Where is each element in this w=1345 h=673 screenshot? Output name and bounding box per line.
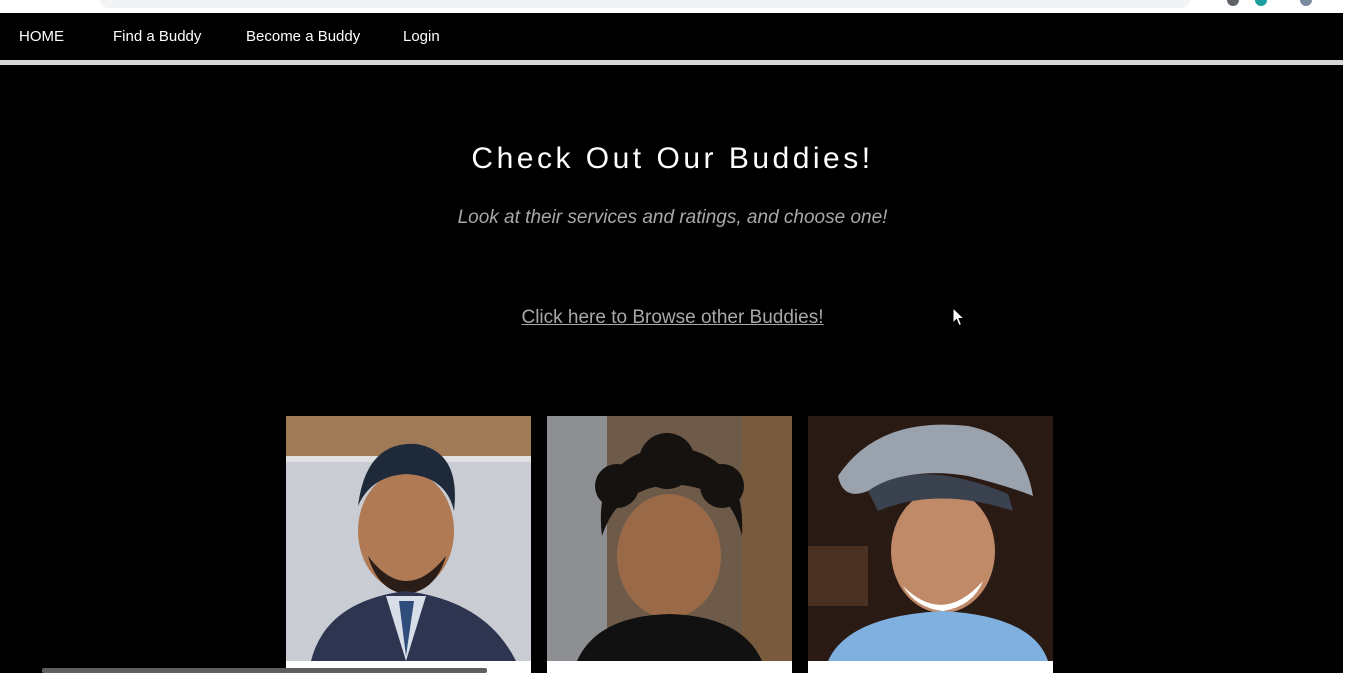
buddy-card[interactable] bbox=[286, 416, 531, 673]
nav-find-a-buddy[interactable]: Find a Buddy bbox=[113, 13, 201, 60]
profile-avatar-icon[interactable] bbox=[1300, 0, 1312, 6]
browse-buddies-link[interactable]: Click here to Browse other Buddies! bbox=[0, 307, 1345, 329]
nav-become-a-buddy[interactable]: Become a Buddy bbox=[246, 13, 360, 60]
buddy-photo-man-in-suit[interactable] bbox=[286, 416, 531, 661]
page-title: Check Out Our Buddies! bbox=[471, 142, 874, 175]
nav-divider bbox=[0, 60, 1345, 65]
buddy-card[interactable] bbox=[808, 416, 1053, 673]
browser-toolbar-strip bbox=[0, 0, 1345, 13]
extension-icon[interactable] bbox=[1227, 0, 1239, 6]
buddy-photo-curly-hair-selfie[interactable] bbox=[547, 416, 792, 661]
address-bar[interactable] bbox=[100, 0, 1190, 8]
top-navbar: HOME Find a Buddy Become a Buddy Login bbox=[0, 13, 1345, 60]
nav-login[interactable]: Login bbox=[403, 13, 440, 60]
extension-icon[interactable] bbox=[1255, 0, 1267, 6]
horizontal-scrollbar[interactable] bbox=[42, 668, 487, 673]
buddy-card[interactable] bbox=[547, 416, 792, 673]
nav-home[interactable]: HOME bbox=[19, 13, 64, 60]
buddy-photo-man-in-cap[interactable] bbox=[808, 416, 1053, 661]
mouse-pointer-icon bbox=[952, 307, 966, 327]
page-subtitle: Look at their services and ratings, and … bbox=[457, 207, 888, 228]
